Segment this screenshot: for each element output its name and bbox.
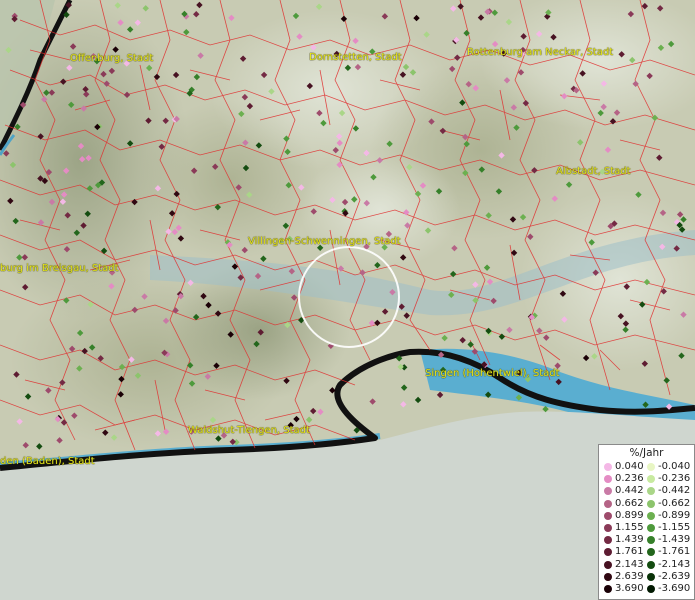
city-label: den (Baden), Stadt [0, 456, 95, 467]
legend-swatch-positive [604, 536, 612, 545]
legend-label-negative: -1.439 [658, 534, 691, 546]
city-label: Dornstetten, Stadt [309, 52, 402, 63]
legend-swatch-positive [604, 548, 612, 557]
legend-label-negative: -0.236 [658, 473, 691, 485]
legend-label-positive: 1.439 [615, 534, 644, 546]
legend-label-positive: 3.690 [615, 583, 644, 594]
legend-swatch-negative [647, 560, 655, 569]
legend-label-positive: 0.442 [615, 485, 644, 497]
legend-swatch-positive [604, 524, 612, 532]
legend-swatch-positive [604, 487, 612, 496]
legend-row: 3.690 -3.690 [599, 583, 694, 595]
legend-label-positive: 1.761 [615, 546, 644, 558]
city-label: Albstadt, Stadt [556, 166, 631, 177]
legend-row: 2.143 -2.143 [599, 558, 694, 571]
city-label: Singen (Hohentwiel), Stadt [425, 368, 560, 379]
legend-row: 0.442 -0.442 [599, 485, 694, 497]
city-label: Offenburg, Stadt [70, 53, 154, 64]
terrain-basemap [0, 0, 695, 600]
legend-row: 2.639 -2.639 [599, 570, 694, 583]
legend-row: 1.155 -1.155 [599, 522, 694, 534]
legend-swatch-negative [647, 524, 655, 532]
legend-label-positive: 2.639 [615, 570, 644, 582]
legend-swatch-positive [604, 475, 612, 484]
legend-swatch-positive [604, 499, 612, 508]
legend-label-negative: -3.690 [658, 583, 691, 594]
legend-swatch-positive [604, 560, 612, 569]
legend-swatch-negative [647, 548, 655, 557]
legend-row: 0.662 -0.662 [599, 497, 694, 510]
legend-label-positive: 0.040 [615, 461, 644, 472]
legend-swatch-negative [647, 463, 655, 471]
legend-label-positive: 0.236 [615, 473, 644, 485]
legend-swatch-negative [647, 499, 655, 508]
legend-row: 0.236 -0.236 [599, 473, 694, 485]
city-label: burg im Breisgau, Stadt [0, 263, 119, 274]
legend-row: 1.761 -1.761 [599, 546, 694, 558]
legend-label-negative: -0.442 [658, 485, 691, 497]
legend-swatch-positive [604, 572, 612, 581]
legend-swatch-positive [604, 511, 612, 520]
legend-swatch-positive [604, 585, 612, 593]
legend-label-negative: -1.761 [658, 546, 691, 558]
legend-label-negative: -2.143 [658, 558, 691, 570]
city-label: Rottenburg am Neckar, Stadt [467, 47, 614, 58]
legend-label-positive: 2.143 [615, 558, 644, 570]
map-legend: %/Jahr 0.040 -0.040 0.236 -0.236 0.442 -0.442… [598, 444, 695, 600]
legend-label-positive: 0.662 [615, 497, 644, 509]
legend-swatch-positive [604, 463, 612, 471]
legend-label-negative: -0.040 [658, 461, 691, 472]
city-label: Waldshut-Tiengen, Stadt [188, 425, 310, 436]
legend-title: %/Jahr [629, 447, 664, 459]
legend-label-positive: 1.155 [615, 522, 644, 533]
legend-row: 1.439 -1.439 [599, 534, 694, 546]
legend-swatch-negative [647, 536, 655, 545]
legend-label-negative: -0.662 [658, 497, 691, 509]
legend-swatch-negative [647, 511, 655, 520]
map-view[interactable]: Offenburg, Stadt Dornstetten, Stadt Rott… [0, 0, 695, 600]
legend-label-negative: -2.639 [658, 570, 691, 582]
legend-swatch-negative [647, 585, 655, 593]
legend-row: 0.899 -0.899 [599, 509, 694, 522]
legend-swatch-negative [647, 572, 655, 581]
legend-row: 0.040 -0.040 [599, 461, 694, 473]
legend-label-positive: 0.899 [615, 509, 644, 521]
legend-label-negative: -0.899 [658, 509, 691, 521]
legend-swatch-negative [647, 475, 655, 484]
city-label: Villingen-Schwenningen, Stadt [248, 236, 401, 247]
legend-label-negative: -1.155 [658, 522, 691, 533]
legend-swatch-negative [647, 487, 655, 496]
